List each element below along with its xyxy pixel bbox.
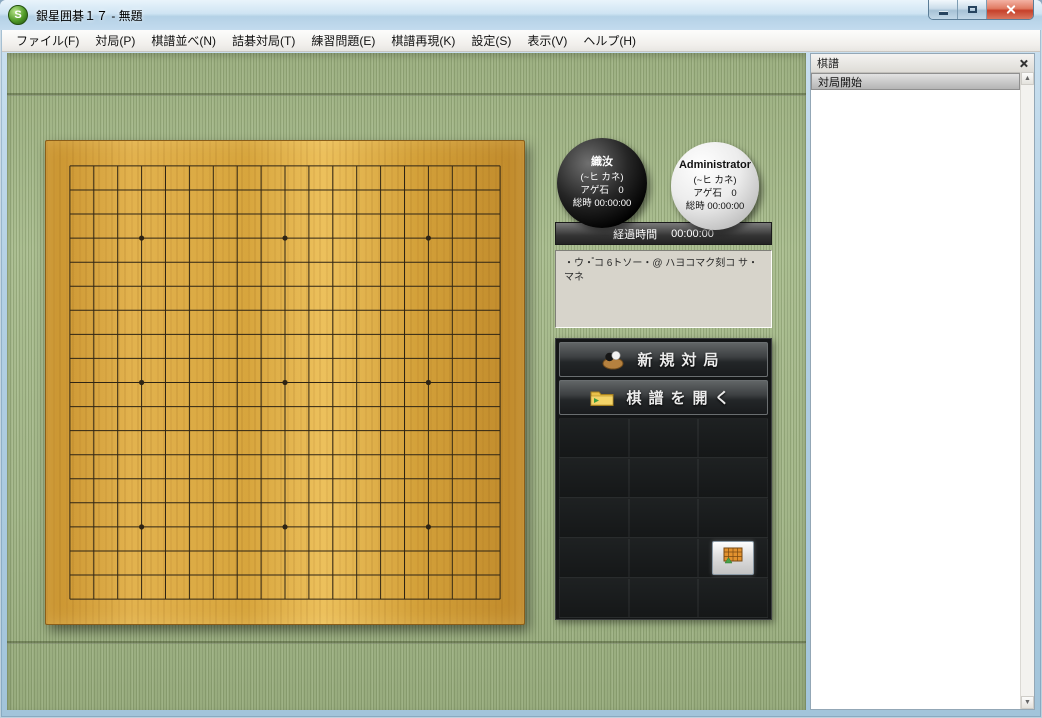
info-panel: 織汝 (~ヒ カネ) アゲ石 0 総時 00:00:00 Administrat… bbox=[555, 138, 772, 678]
empty-slot bbox=[559, 578, 629, 618]
new-game-label: 新規対局 bbox=[637, 349, 725, 370]
folder-icon bbox=[590, 389, 614, 407]
app-logo-icon: S bbox=[8, 5, 28, 25]
black-captures: アゲ石 0 bbox=[580, 184, 623, 197]
app-window: S 銀星囲碁１７ - 無題 ファイル(F) 対局(P) 棋譜並べ(N) 詰碁対局… bbox=[0, 0, 1042, 718]
open-kifu-label: 棋譜を開く bbox=[626, 387, 736, 408]
status-message: ・ウ・゚コ 6トソー・@ ハヨコマク刻コ サ・マネ bbox=[564, 258, 758, 283]
empty-slot bbox=[629, 458, 699, 498]
kifu-scrollbar[interactable]: ▲ ▼ bbox=[1020, 72, 1034, 709]
window-title: 銀星囲碁１７ - 無題 bbox=[36, 7, 143, 24]
board-view-slot bbox=[698, 538, 768, 578]
play-area: 織汝 (~ヒ カネ) アゲ石 0 総時 00:00:00 Administrat… bbox=[7, 53, 806, 710]
empty-slot bbox=[559, 498, 629, 538]
empty-slot bbox=[629, 578, 699, 618]
maximize-icon bbox=[968, 6, 977, 13]
close-button[interactable] bbox=[987, 0, 1033, 19]
menu-play[interactable]: 対局(P) bbox=[87, 29, 143, 52]
white-player-badge: Administrator (~ヒ カネ) アゲ石 0 総時 00:00:00 bbox=[671, 142, 759, 230]
mini-board-icon bbox=[723, 547, 743, 569]
command-grid bbox=[559, 418, 768, 618]
empty-slot bbox=[629, 498, 699, 538]
go-bowl-icon bbox=[601, 350, 625, 370]
menu-settings[interactable]: 設定(S) bbox=[463, 29, 519, 52]
kifu-list-item-selected[interactable]: 対局開始 bbox=[811, 73, 1020, 90]
new-game-button[interactable]: 新規対局 bbox=[559, 342, 768, 377]
command-panel: 新規対局 棋譜を開く bbox=[555, 338, 772, 620]
minimize-button[interactable] bbox=[929, 0, 958, 19]
white-player-name: Administrator bbox=[679, 158, 751, 173]
kifu-close-icon[interactable] bbox=[1017, 57, 1030, 70]
board-view-button[interactable] bbox=[712, 541, 754, 575]
title-bar[interactable]: S 銀星囲碁１７ - 無題 bbox=[0, 0, 1042, 30]
menu-kifu-replay[interactable]: 棋譜並べ(N) bbox=[143, 29, 224, 52]
kifu-panel-title: 棋譜 bbox=[817, 55, 839, 71]
empty-slot bbox=[698, 578, 768, 618]
kifu-panel-header: 棋譜 bbox=[811, 54, 1034, 73]
menu-file[interactable]: ファイル(F) bbox=[8, 29, 87, 52]
black-player-rank: (~ヒ カネ) bbox=[580, 171, 623, 184]
kifu-panel: 棋譜 対局開始 ▲ ▼ bbox=[810, 53, 1035, 710]
empty-slot bbox=[629, 418, 699, 458]
scroll-up-icon[interactable]: ▲ bbox=[1021, 72, 1034, 85]
white-captures: アゲ石 0 bbox=[693, 187, 736, 200]
go-board-grid bbox=[46, 141, 524, 624]
empty-slot bbox=[698, 458, 768, 498]
minimize-icon bbox=[939, 12, 948, 15]
empty-slot bbox=[698, 418, 768, 458]
open-kifu-button[interactable]: 棋譜を開く bbox=[559, 380, 768, 415]
close-icon bbox=[1005, 4, 1016, 15]
elapsed-time-label: 経過時間 bbox=[613, 226, 657, 242]
white-player-rank: (~ヒ カネ) bbox=[693, 174, 736, 187]
scroll-down-icon[interactable]: ▼ bbox=[1021, 696, 1034, 709]
black-player-badge: 織汝 (~ヒ カネ) アゲ石 0 総時 00:00:00 bbox=[557, 138, 647, 228]
menu-kifu-playback[interactable]: 棋譜再現(K) bbox=[383, 29, 463, 52]
go-board[interactable] bbox=[45, 140, 525, 625]
menu-bar: ファイル(F) 対局(P) 棋譜並べ(N) 詰碁対局(T) 練習問題(E) 棋譜… bbox=[2, 30, 1040, 52]
empty-slot bbox=[698, 498, 768, 538]
black-player-name: 織汝 bbox=[591, 155, 613, 170]
empty-slot bbox=[629, 538, 699, 578]
menu-tsumego[interactable]: 詰碁対局(T) bbox=[224, 29, 303, 52]
menu-help[interactable]: ヘルプ(H) bbox=[575, 29, 644, 52]
maximize-button[interactable] bbox=[958, 0, 987, 19]
menu-view[interactable]: 表示(V) bbox=[519, 29, 575, 52]
tatami-seam bbox=[7, 93, 806, 96]
empty-slot bbox=[559, 418, 629, 458]
window-controls bbox=[928, 0, 1034, 20]
menu-practice[interactable]: 練習問題(E) bbox=[303, 29, 383, 52]
white-total-time: 総時 00:00:00 bbox=[686, 200, 745, 213]
status-message-box: ・ウ・゚コ 6トソー・@ ハヨコマク刻コ サ・マネ bbox=[555, 250, 772, 328]
empty-slot bbox=[559, 538, 629, 578]
black-total-time: 総時 00:00:00 bbox=[573, 197, 632, 210]
empty-slot bbox=[559, 458, 629, 498]
